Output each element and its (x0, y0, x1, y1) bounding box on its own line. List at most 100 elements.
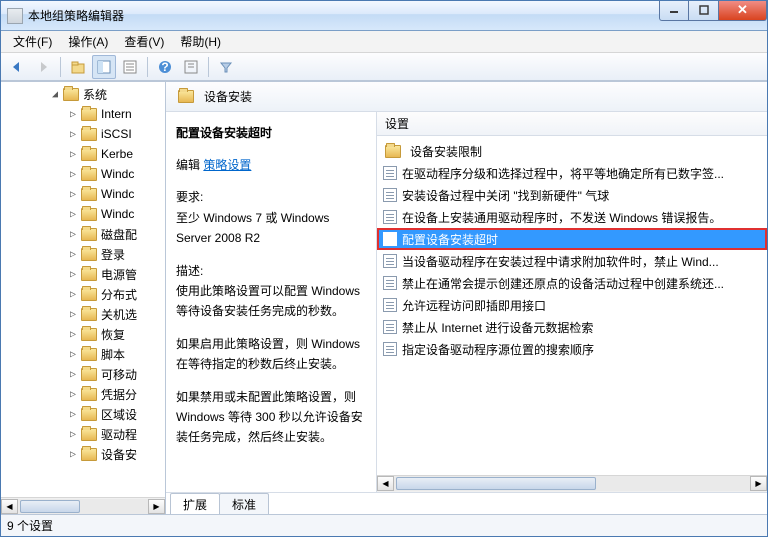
expand-icon[interactable]: ▷ (67, 389, 79, 400)
tree-node[interactable]: ▷ 凭据分 (1, 384, 165, 404)
scroll-right-icon[interactable]: ▶ (750, 476, 767, 491)
tabs: 扩展 标准 (166, 492, 767, 514)
tree-node[interactable]: ▷ Windc (1, 164, 165, 184)
tree-node[interactable]: ▷驱动程 (1, 424, 165, 444)
expand-icon[interactable]: ▷ (67, 209, 79, 220)
description-p3: 如果禁用或未配置此策略设置，则 Windows 等待 300 秒以允许设备安装任… (176, 387, 366, 448)
tree-node[interactable]: ▷关机选 (1, 304, 165, 324)
filter-button[interactable] (214, 55, 238, 79)
settings-item[interactable]: 禁止在通常会提示创建还原点的设备活动过程中创建系统还... (377, 272, 767, 294)
settings-item[interactable]: 在设备上安装通用驱动程序时，不发送 Windows 错误报告。 (377, 206, 767, 228)
back-button[interactable] (5, 55, 29, 79)
folder-icon (81, 408, 97, 421)
tree-hscroll[interactable]: ◀ ▶ (1, 497, 165, 514)
menu-action[interactable]: 操作(A) (60, 31, 116, 52)
expand-icon[interactable]: ▷ (67, 149, 79, 160)
folder-icon (81, 208, 97, 221)
tab-extended[interactable]: 扩展 (170, 493, 220, 514)
folder-icon (81, 168, 97, 181)
setting-label: 在设备上安装通用驱动程序时，不发送 Windows 错误报告。 (402, 209, 721, 226)
settings-item[interactable]: 禁止从 Internet 进行设备元数据检索 (377, 316, 767, 338)
scroll-left-icon[interactable]: ◀ (1, 499, 18, 514)
tree-label: Windc (101, 207, 134, 221)
expand-icon[interactable]: ▷ (67, 229, 79, 240)
tree-node[interactable]: ▷脚本 (1, 344, 165, 364)
tree-node[interactable]: ▷Intern (1, 104, 165, 124)
tree-node[interactable]: ▷分布式 (1, 284, 165, 304)
help-button[interactable]: ? (153, 55, 177, 79)
expand-icon[interactable]: ▷ (67, 289, 79, 300)
show-tree-button[interactable] (92, 55, 116, 79)
settings-item[interactable]: 指定设备驱动程序源位置的搜索顺序 (377, 338, 767, 360)
setting-title: 配置设备安装超时 (176, 124, 366, 141)
path-header: 设备安装 (166, 82, 767, 112)
settings-item[interactable]: 在驱动程序分级和选择过程中，将平等地确定所有已数字签... (377, 162, 767, 184)
up-button[interactable] (66, 55, 90, 79)
tree-node[interactable]: ▷ 可移动 (1, 364, 165, 384)
expand-icon[interactable]: ▷ (67, 169, 79, 180)
tree-label: 磁盘配 (101, 226, 137, 243)
tree-node[interactable]: ▷设备安 (1, 444, 165, 464)
tree-node[interactable]: ▷电源管 (1, 264, 165, 284)
expand-icon[interactable]: ▷ (67, 409, 79, 420)
tree-label: 可移动 (101, 366, 137, 383)
setting-label: 禁止在通常会提示创建还原点的设备活动过程中创建系统还... (402, 275, 724, 292)
list-column-header[interactable]: 设置 (377, 112, 767, 136)
description-pane: 配置设备安装超时 编辑 策略设置 要求: 至少 Windows 7 或 Wind… (166, 112, 376, 492)
menu-file[interactable]: 文件(F) (5, 31, 60, 52)
folder-icon (178, 90, 194, 103)
tree-label: 凭据分 (101, 386, 137, 403)
folder-icon (81, 128, 97, 141)
expand-icon[interactable]: ▷ (67, 369, 79, 380)
policy-icon (383, 188, 397, 202)
settings-item[interactable]: 允许远程访问即插即用接口 (377, 294, 767, 316)
options-button[interactable] (179, 55, 203, 79)
tree-node[interactable]: ▷恢复 (1, 324, 165, 344)
menu-view[interactable]: 查看(V) (116, 31, 172, 52)
folder-icon (81, 308, 97, 321)
tree-node-root[interactable]: ◢系统 (1, 84, 165, 104)
folder-icon (63, 88, 79, 101)
tree-node[interactable]: ▷Kerbe (1, 144, 165, 164)
description-p2: 如果启用此策略设置，则 Windows 在等待指定的秒数后终止安装。 (176, 334, 366, 375)
menu-help[interactable]: 帮助(H) (172, 31, 229, 52)
settings-item[interactable]: 当设备驱动程序在安装过程中请求附加软件时，禁止 Wind... (377, 250, 767, 272)
tree-node[interactable]: ▷ 磁盘配 (1, 224, 165, 244)
settings-item[interactable]: 安装设备过程中关闭 "找到新硬件" 气球 (377, 184, 767, 206)
policy-settings-link[interactable]: 策略设置 (203, 158, 251, 172)
policy-icon (383, 232, 397, 246)
expand-icon[interactable]: ▷ (67, 449, 79, 460)
policy-icon (383, 320, 397, 334)
scroll-left-icon[interactable]: ◀ (377, 476, 394, 491)
expand-icon[interactable]: ▷ (67, 329, 79, 340)
tree-node[interactable]: ▷登录 (1, 244, 165, 264)
expand-icon[interactable]: ▷ (67, 109, 79, 120)
properties-button[interactable] (118, 55, 142, 79)
setting-label: 安装设备过程中关闭 "找到新硬件" 气球 (402, 187, 609, 204)
folder-icon (81, 288, 97, 301)
tree-label: Windc (101, 167, 134, 181)
tree-node[interactable]: ▷iSCSI (1, 124, 165, 144)
forward-button[interactable] (31, 55, 55, 79)
expand-icon[interactable]: ▷ (67, 269, 79, 280)
close-button[interactable]: ✕ (719, 1, 767, 21)
tab-standard[interactable]: 标准 (219, 493, 269, 514)
minimize-button[interactable] (659, 1, 689, 21)
titlebar[interactable]: 本地组策略编辑器 ✕ (1, 1, 767, 31)
expand-icon[interactable]: ▷ (67, 309, 79, 320)
expand-icon[interactable]: ▷ (67, 429, 79, 440)
collapse-icon[interactable]: ◢ (49, 89, 61, 100)
maximize-button[interactable] (689, 1, 719, 21)
requirements-label: 要求: (176, 187, 366, 207)
settings-folder[interactable]: 设备安装限制 (377, 140, 767, 162)
tree-node[interactable]: ▷Windc (1, 184, 165, 204)
expand-icon[interactable]: ▷ (67, 349, 79, 360)
list-hscroll[interactable]: ◀ ▶ (377, 475, 767, 492)
expand-icon[interactable]: ▷ (67, 129, 79, 140)
scroll-right-icon[interactable]: ▶ (148, 499, 165, 514)
tree-node[interactable]: ▷区域设 (1, 404, 165, 424)
tree-node[interactable]: ▷ Windc (1, 204, 165, 224)
expand-icon[interactable]: ▷ (67, 189, 79, 200)
settings-item[interactable]: 配置设备安装超时 (377, 228, 767, 250)
expand-icon[interactable]: ▷ (67, 249, 79, 260)
